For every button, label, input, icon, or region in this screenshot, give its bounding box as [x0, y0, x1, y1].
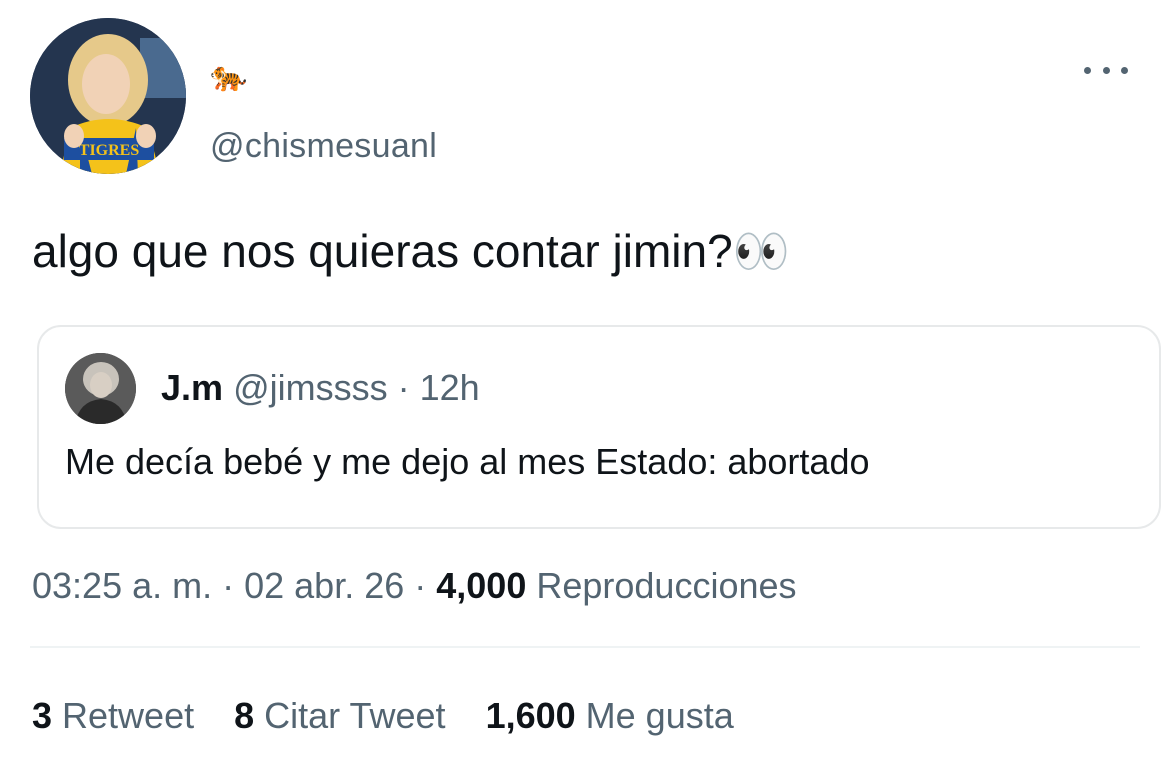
- quote-author-handle[interactable]: @jimssss: [233, 367, 388, 408]
- quote-time[interactable]: 12h: [420, 367, 480, 408]
- quote-separator: ·: [387, 367, 420, 408]
- views-label: Reproducciones: [526, 565, 797, 606]
- author-handle[interactable]: @chismesuanl: [210, 124, 437, 168]
- likes-count: 1,600: [485, 695, 576, 736]
- more-horizontal-icon: [1084, 66, 1091, 74]
- quote-author-avatar[interactable]: [65, 353, 136, 424]
- tweet-time[interactable]: 03:25 a. m.: [32, 565, 212, 606]
- tweet-meta: 03:25 a. m. · 02 abr. 26 · 4,000 Reprodu…: [32, 563, 797, 609]
- author-avatar-image: TIGRES: [30, 18, 186, 174]
- quotes-stat[interactable]: 8 Citar Tweet: [234, 693, 445, 739]
- meta-separator: ·: [404, 565, 437, 606]
- quote-header: J.m @jimssss · 12h: [161, 365, 480, 411]
- author-display-name[interactable]: 🐅: [210, 57, 247, 97]
- tweet-date[interactable]: 02 abr. 26: [244, 565, 404, 606]
- avatar-jersey-text: TIGRES: [79, 142, 140, 159]
- more-horizontal-icon-dot: [1102, 66, 1110, 74]
- likes-stat[interactable]: 1,600 Me gusta: [486, 693, 734, 739]
- quotes-count: 8: [234, 695, 255, 736]
- meta-separator: ·: [212, 565, 245, 606]
- more-options-button[interactable]: [1084, 58, 1128, 82]
- quotes-label: Citar Tweet: [254, 695, 446, 736]
- author-avatar[interactable]: TIGRES: [30, 18, 186, 174]
- divider: [30, 646, 1140, 648]
- engagement-stats: 3 Retweet 8 Citar Tweet 1,600 Me gusta: [32, 693, 774, 739]
- quote-text: Me decía bebé y me dejo al mes Estado: a…: [65, 441, 870, 482]
- quote-author-name[interactable]: J.m: [161, 367, 223, 408]
- likes-label: Me gusta: [575, 695, 734, 736]
- views-count: 4,000: [436, 565, 527, 606]
- tweet-text: algo que nos quieras contar jimin?👀: [32, 225, 790, 277]
- retweets-stat[interactable]: 3 Retweet: [32, 693, 194, 739]
- more-horizontal-icon-dot: [1121, 66, 1128, 74]
- quoted-tweet-card[interactable]: J.m @jimssss · 12h Me decía bebé y me de…: [37, 325, 1161, 529]
- quote-avatar-image: [65, 353, 136, 424]
- retweets-count: 3: [32, 695, 53, 736]
- quote-handle-text: @jimssss: [233, 367, 388, 408]
- retweets-label: Retweet: [52, 695, 195, 736]
